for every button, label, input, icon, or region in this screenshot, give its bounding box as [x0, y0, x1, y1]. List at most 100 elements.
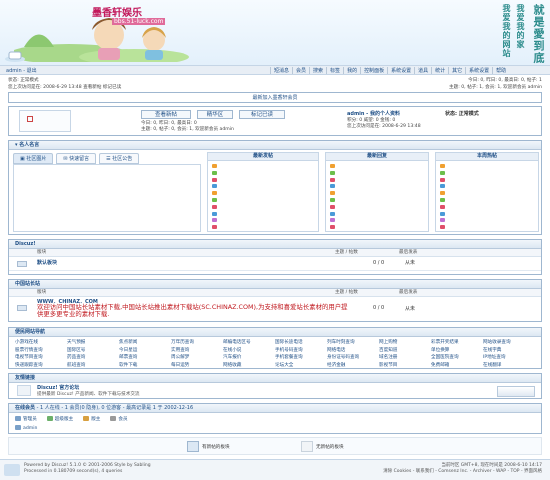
nav-item[interactable]: 统计 [431, 67, 448, 74]
bullet-icon [212, 164, 217, 168]
directory-link[interactable]: 今日星运 [119, 347, 171, 355]
no-new-posts-icon [301, 441, 313, 452]
digest-button[interactable]: 精华区 [197, 110, 233, 119]
directory-link[interactable]: 万年历查询 [171, 339, 223, 347]
mod-legend: 版主 [83, 416, 100, 422]
directory-link[interactable]: 手机号码查询 [275, 347, 327, 355]
nav-item[interactable]: 搜索 [309, 67, 326, 74]
directory-link[interactable]: 电视节目查询 [15, 354, 67, 362]
forum-category-discuz: Discuz! 版块 主题 / 帖数 最后发表 默认板块 0 / 0 从未 [8, 239, 542, 275]
nav-item[interactable]: 其它 [448, 67, 465, 74]
bullet-icon [330, 170, 335, 175]
portal-panel: ▾ 名人名言 ▣ 社区图片 ✉ 快速留言 ☰ 社区公告 最新发帖 最新回复 本周… [8, 140, 542, 235]
mark-read-button[interactable]: 标记已读 [239, 110, 285, 119]
forum-row: 默认板块 0 / 0 从未 [9, 257, 541, 271]
directory-link[interactable]: 实用查询 [171, 347, 223, 355]
directory-link[interactable]: 列车时刻查询 [327, 339, 379, 347]
directory-link[interactable]: 国际区号 [67, 347, 119, 355]
directory-link[interactable]: 天气预报 [67, 339, 119, 347]
promo-line: 就是愛到底 [532, 4, 545, 64]
directory-link[interactable]: 在线翻译 [483, 362, 535, 370]
directory-link[interactable]: 域名注册 [379, 354, 431, 362]
directory-link[interactable]: 快递跟踪查询 [15, 362, 67, 370]
bullet-icon [212, 197, 217, 202]
nav-item[interactable]: 短消息 [270, 67, 292, 74]
directory-link[interactable]: 全国医院查询 [431, 354, 483, 362]
user-stats: 积分: 0 威望: 0 金钱: 0 您上次访问是在: 2008-6-29 13:… [347, 118, 421, 130]
column-header: 最新发帖 [208, 153, 318, 161]
tab-quick-message[interactable]: ✉ 快速留言 [56, 153, 97, 164]
nav-item[interactable]: 会员 [292, 67, 309, 74]
directory-link[interactable]: 身份证号码查询 [327, 354, 379, 362]
partner-banner[interactable] [497, 386, 535, 397]
directory-link[interactable]: 网络电话 [327, 347, 379, 355]
nav-item[interactable]: 我的 [343, 67, 360, 74]
directory-link[interactable]: 邮编电话区号 [223, 339, 275, 347]
profile-panel: 查看新帖 精华区 标记已读 今日: 0, 昨日: 0, 最高日: 0 主题: 0… [8, 106, 542, 136]
directory-link[interactable]: 国际长途电话 [275, 339, 327, 347]
tab-announcements[interactable]: ☰ 社区公告 [99, 153, 140, 164]
directory-link[interactable]: 小游戏在线 [15, 339, 67, 347]
bullet-icon [330, 204, 335, 209]
forum-icon [17, 305, 27, 311]
nav-item[interactable]: 标签 [326, 67, 343, 74]
directory-link[interactable]: 百度知道 [379, 347, 431, 355]
directory-link[interactable]: 周公解梦 [171, 354, 223, 362]
directory-link[interactable]: 手机套餐查询 [275, 354, 327, 362]
directory-link[interactable]: 经济金融 [327, 362, 379, 370]
profile-stats: 今日: 0, 昨日: 0, 最高日: 0 主题: 0, 帖子: 0, 会员: 1… [141, 121, 234, 133]
latest-replies-column: 最新回复 [325, 152, 429, 232]
directory-link[interactable]: 网络收藏 [223, 362, 275, 370]
friend-links-title: 友情链接 [9, 374, 541, 383]
directory-link[interactable]: 汽车报价 [223, 354, 275, 362]
partner-link[interactable]: Discuz! 官方论坛 [37, 384, 79, 391]
directory-link[interactable]: 论坛大全 [275, 362, 327, 370]
directory-link[interactable]: IP地址查询 [483, 354, 535, 362]
directory-link[interactable]: 焦点新闻 [119, 339, 171, 347]
directory-link[interactable]: 单位换算 [431, 347, 483, 355]
portal-tabs: ▣ 社区图片 ✉ 快速留言 ☰ 社区公告 [13, 153, 140, 164]
category-title[interactable]: 中国站长站 [9, 280, 541, 289]
footer-links[interactable]: 清除 Cookies - 联系我们 - Comsenz Inc. - Archi… [383, 469, 542, 475]
directory-link[interactable]: 软件下载 [119, 362, 171, 370]
directory-link[interactable]: 药品查询 [67, 354, 119, 362]
legend-new: 有新帖的板块 [187, 441, 230, 452]
nav-item[interactable]: 控制面板 [360, 67, 387, 74]
notice-text[interactable]: 最新加入墨香轩会员 [252, 95, 297, 101]
col-last-post: 最后发表 [399, 250, 418, 255]
bullet-icon [330, 211, 335, 216]
forum-icon [17, 261, 27, 267]
directory-link[interactable]: 在线字典 [483, 347, 535, 355]
nav-item[interactable]: 道具 [414, 67, 431, 74]
forum-name-link[interactable]: 默认板块 [37, 257, 57, 270]
directory-link[interactable]: 彩票开奖结果 [431, 339, 483, 347]
directory-link[interactable]: 每日运势 [171, 362, 223, 370]
bullet-icon [440, 170, 445, 175]
directory-link[interactable]: 航班查询 [67, 362, 119, 370]
site-logo[interactable]: 墨香轩娱乐 bbs.51-luck.com [9, 2, 204, 65]
category-title[interactable]: Discuz! [9, 240, 541, 249]
online-title[interactable]: 在线会员 [15, 405, 35, 411]
view-new-posts-button[interactable]: 查看新帖 [141, 110, 191, 119]
directory-link[interactable]: 免费邮箱 [431, 362, 483, 370]
footer: Powered by Discuz! 5.1.0 © 2001-2006 Sty… [0, 459, 550, 480]
tab-community-images[interactable]: ▣ 社区图片 [13, 153, 54, 164]
directory-link[interactable]: 邮票查询 [119, 354, 171, 362]
bullet-icon [330, 225, 335, 230]
nav-item[interactable]: 系统设置 [387, 67, 414, 74]
nav-item[interactable]: 系统设置 [465, 67, 492, 74]
directory-link[interactable]: 影视节目 [379, 362, 431, 370]
new-posts-icon [187, 441, 199, 452]
bullet-icon [212, 177, 217, 182]
directory-link[interactable]: 网站收录查询 [483, 339, 535, 347]
profile-link[interactable]: admin - 我的个人资料 [347, 110, 400, 117]
bullet-icon [440, 164, 445, 168]
top-nav-bar: admin - 退出 短消息 会员 搜索 标签 我的 控制面板 系统设置 道具 … [0, 65, 550, 75]
total-stats: 主题: 0, 帖子: 1, 会员: 1, 欢迎新会员 admin [449, 85, 542, 90]
online-member[interactable]: admin [15, 425, 37, 431]
directory-link[interactable]: 网上购物 [379, 339, 431, 347]
user-logout-link[interactable]: admin - 退出 [6, 67, 37, 74]
directory-link[interactable]: 股票行情查询 [15, 347, 67, 355]
nav-item[interactable]: 帮助 [492, 67, 509, 74]
directory-link[interactable]: 在线小说 [223, 347, 275, 355]
